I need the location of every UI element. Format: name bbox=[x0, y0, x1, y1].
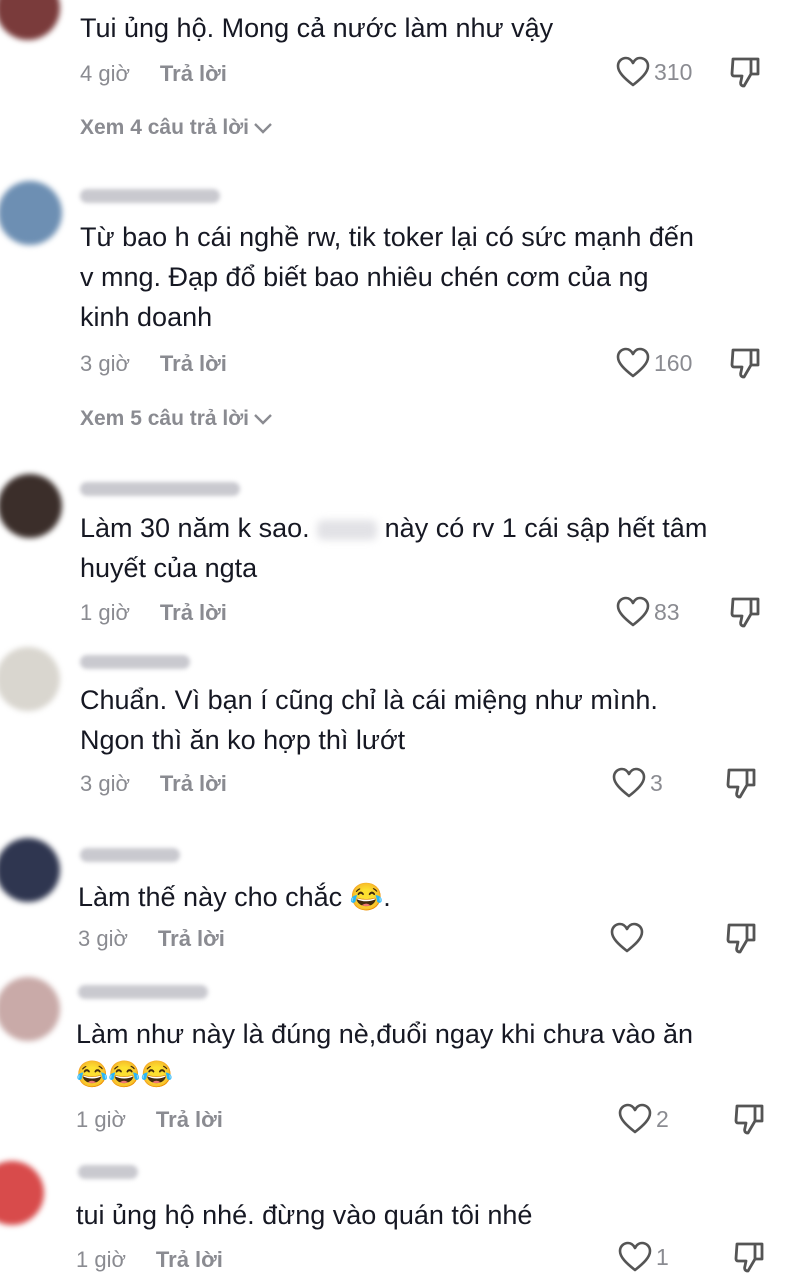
comment-item: tui ủng hộ nhé. đừng vào quán tôi nhé 1 … bbox=[0, 1155, 786, 1280]
comment-text: Làm 30 năm k sao. này có rv 1 cái sập hế… bbox=[80, 513, 708, 583]
comment-item: Tui ủng hộ. Mong cả nước làm như vậy 4 g… bbox=[0, 0, 786, 160]
reply-button[interactable]: Trả lời bbox=[160, 771, 227, 797]
dislike-button[interactable] bbox=[730, 596, 760, 633]
username[interactable] bbox=[80, 848, 180, 862]
heart-outline-icon bbox=[612, 767, 646, 798]
thumbs-down-icon bbox=[730, 348, 760, 379]
like-count: 310 bbox=[654, 58, 693, 85]
comment-item: Chuẩn. Vì bạn í cũng chỉ là cái miệng nh… bbox=[0, 645, 786, 815]
chevron-down-icon bbox=[254, 414, 272, 425]
comment-text: Từ bao h cái nghề rw, tik toker lại có s… bbox=[80, 222, 694, 332]
reply-button[interactable]: Trả lời bbox=[158, 926, 225, 952]
like-button[interactable]: 2 bbox=[618, 1103, 669, 1135]
view-replies-button[interactable]: Xem 5 câu trả lời bbox=[80, 407, 273, 431]
dislike-button[interactable] bbox=[734, 1241, 764, 1278]
dislike-button[interactable] bbox=[726, 767, 756, 804]
username[interactable] bbox=[78, 985, 208, 999]
username[interactable] bbox=[80, 482, 240, 496]
reply-button[interactable]: Trả lời bbox=[160, 61, 227, 87]
like-button[interactable] bbox=[610, 922, 648, 954]
comment-item: Làm 30 năm k sao. này có rv 1 cái sập hế… bbox=[0, 470, 786, 640]
thumbs-down-icon bbox=[730, 57, 760, 88]
comment-text: Tui ủng hộ. Mong cả nước làm như vậy bbox=[80, 13, 554, 43]
thumbs-down-icon bbox=[734, 1104, 764, 1135]
reply-button[interactable]: Trả lời bbox=[160, 600, 227, 626]
comment-text: Chuẩn. Vì bạn í cũng chỉ là cái miệng nh… bbox=[80, 685, 658, 755]
like-count: 160 bbox=[654, 349, 693, 376]
like-count: 83 bbox=[654, 598, 680, 625]
avatar[interactable] bbox=[0, 838, 60, 902]
blurred-word bbox=[317, 519, 378, 540]
comment-text: tui ủng hộ nhé. đừng vào quán tôi nhé bbox=[76, 1200, 533, 1230]
username[interactable] bbox=[78, 1165, 138, 1179]
avatar[interactable] bbox=[0, 1161, 44, 1225]
comment-time: 3 giờ bbox=[80, 771, 130, 796]
username[interactable] bbox=[80, 189, 220, 203]
comment-item: Làm thế này cho chắc 😂. 3 giờ Trả lời bbox=[0, 838, 786, 968]
heart-outline-icon bbox=[618, 1241, 652, 1272]
dislike-button[interactable] bbox=[726, 922, 756, 959]
avatar[interactable] bbox=[0, 977, 60, 1041]
reply-button[interactable]: Trả lời bbox=[156, 1107, 223, 1133]
thumbs-down-icon bbox=[726, 923, 756, 954]
comment-item: Từ bao h cái nghề rw, tik toker lại có s… bbox=[0, 175, 786, 445]
thumbs-down-icon bbox=[726, 768, 756, 799]
like-button[interactable]: 310 bbox=[616, 56, 692, 88]
thumbs-down-icon bbox=[734, 1242, 764, 1273]
like-button[interactable]: 3 bbox=[612, 767, 663, 799]
view-replies-button[interactable]: Xem 4 câu trả lời bbox=[80, 116, 273, 140]
like-count: 3 bbox=[650, 769, 663, 796]
dislike-button[interactable] bbox=[734, 1103, 764, 1140]
like-count: 2 bbox=[656, 1105, 669, 1132]
comment-time: 1 giờ bbox=[80, 600, 130, 625]
comment-time: 1 giờ bbox=[76, 1247, 126, 1272]
reply-button[interactable]: Trả lời bbox=[156, 1247, 223, 1273]
like-button[interactable]: 83 bbox=[616, 596, 680, 628]
comment-time: 3 giờ bbox=[80, 351, 130, 376]
reply-button[interactable]: Trả lời bbox=[160, 351, 227, 377]
heart-outline-icon bbox=[618, 1103, 652, 1134]
dislike-button[interactable] bbox=[730, 56, 760, 93]
comment-text: Làm như này là đúng nè,đuổi ngay khi chư… bbox=[76, 1019, 694, 1089]
thumbs-down-icon bbox=[730, 597, 760, 628]
comment-time: 4 giờ bbox=[80, 61, 130, 86]
dislike-button[interactable] bbox=[730, 347, 760, 384]
comment-item: Làm như này là đúng nè,đuổi ngay khi chư… bbox=[0, 975, 786, 1145]
comment-time: 1 giờ bbox=[76, 1107, 126, 1132]
heart-outline-icon bbox=[616, 596, 650, 627]
comment-time: 3 giờ bbox=[78, 926, 128, 951]
avatar[interactable] bbox=[0, 474, 62, 538]
heart-outline-icon bbox=[610, 922, 644, 953]
chevron-down-icon bbox=[254, 123, 272, 134]
avatar[interactable] bbox=[0, 0, 60, 40]
like-button[interactable]: 1 bbox=[618, 1241, 669, 1273]
comment-text: Làm thế này cho chắc 😂. bbox=[78, 882, 391, 912]
avatar[interactable] bbox=[0, 647, 60, 711]
like-button[interactable]: 160 bbox=[616, 347, 692, 379]
heart-outline-icon bbox=[616, 347, 650, 378]
username[interactable] bbox=[80, 655, 190, 669]
avatar[interactable] bbox=[0, 181, 62, 245]
heart-outline-icon bbox=[616, 56, 650, 87]
like-count: 1 bbox=[656, 1243, 669, 1270]
